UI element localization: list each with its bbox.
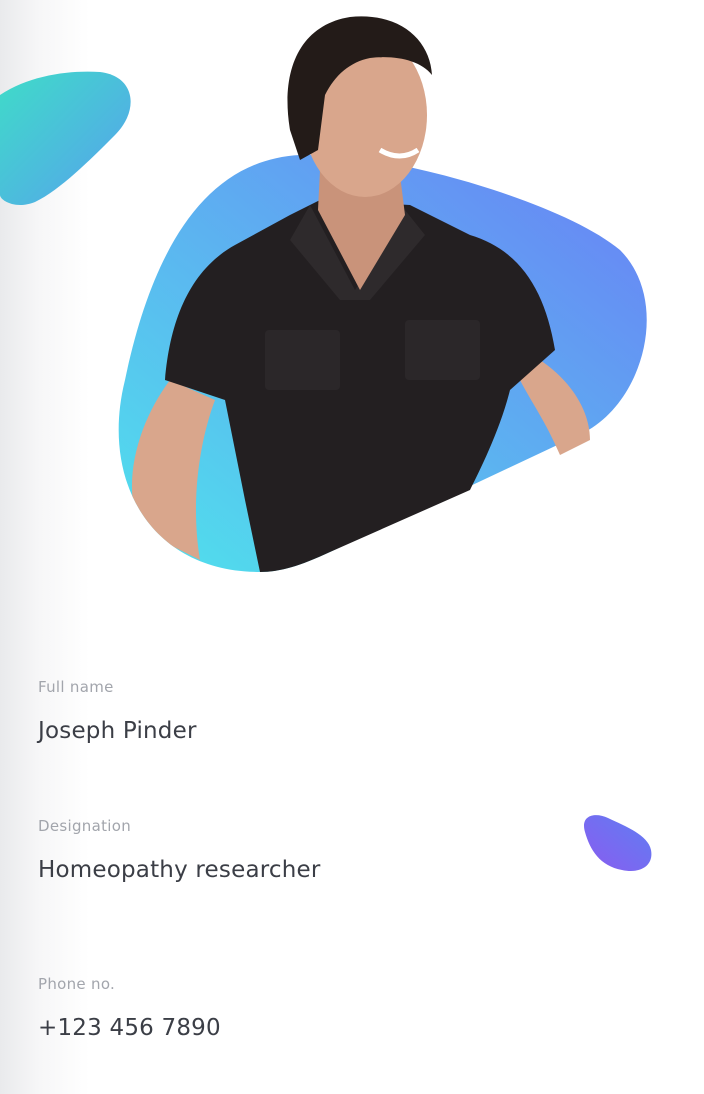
full-name-label: Full name <box>38 678 114 696</box>
profile-illustration <box>0 16 652 872</box>
full-name-field: Full name Joseph Pinder <box>38 678 197 744</box>
designation-field: Designation Homeopathy researcher <box>38 817 321 883</box>
designation-label: Designation <box>38 817 132 835</box>
decor-blob-purple <box>584 815 652 872</box>
phone-label: Phone no. <box>38 975 116 993</box>
phone-value: +123 456 7890 <box>38 1015 221 1041</box>
decor-blob-top-left <box>0 71 131 205</box>
phone-field: Phone no. +123 456 7890 <box>38 975 221 1041</box>
full-name-value: Joseph Pinder <box>38 718 197 744</box>
designation-value: Homeopathy researcher <box>38 857 321 883</box>
